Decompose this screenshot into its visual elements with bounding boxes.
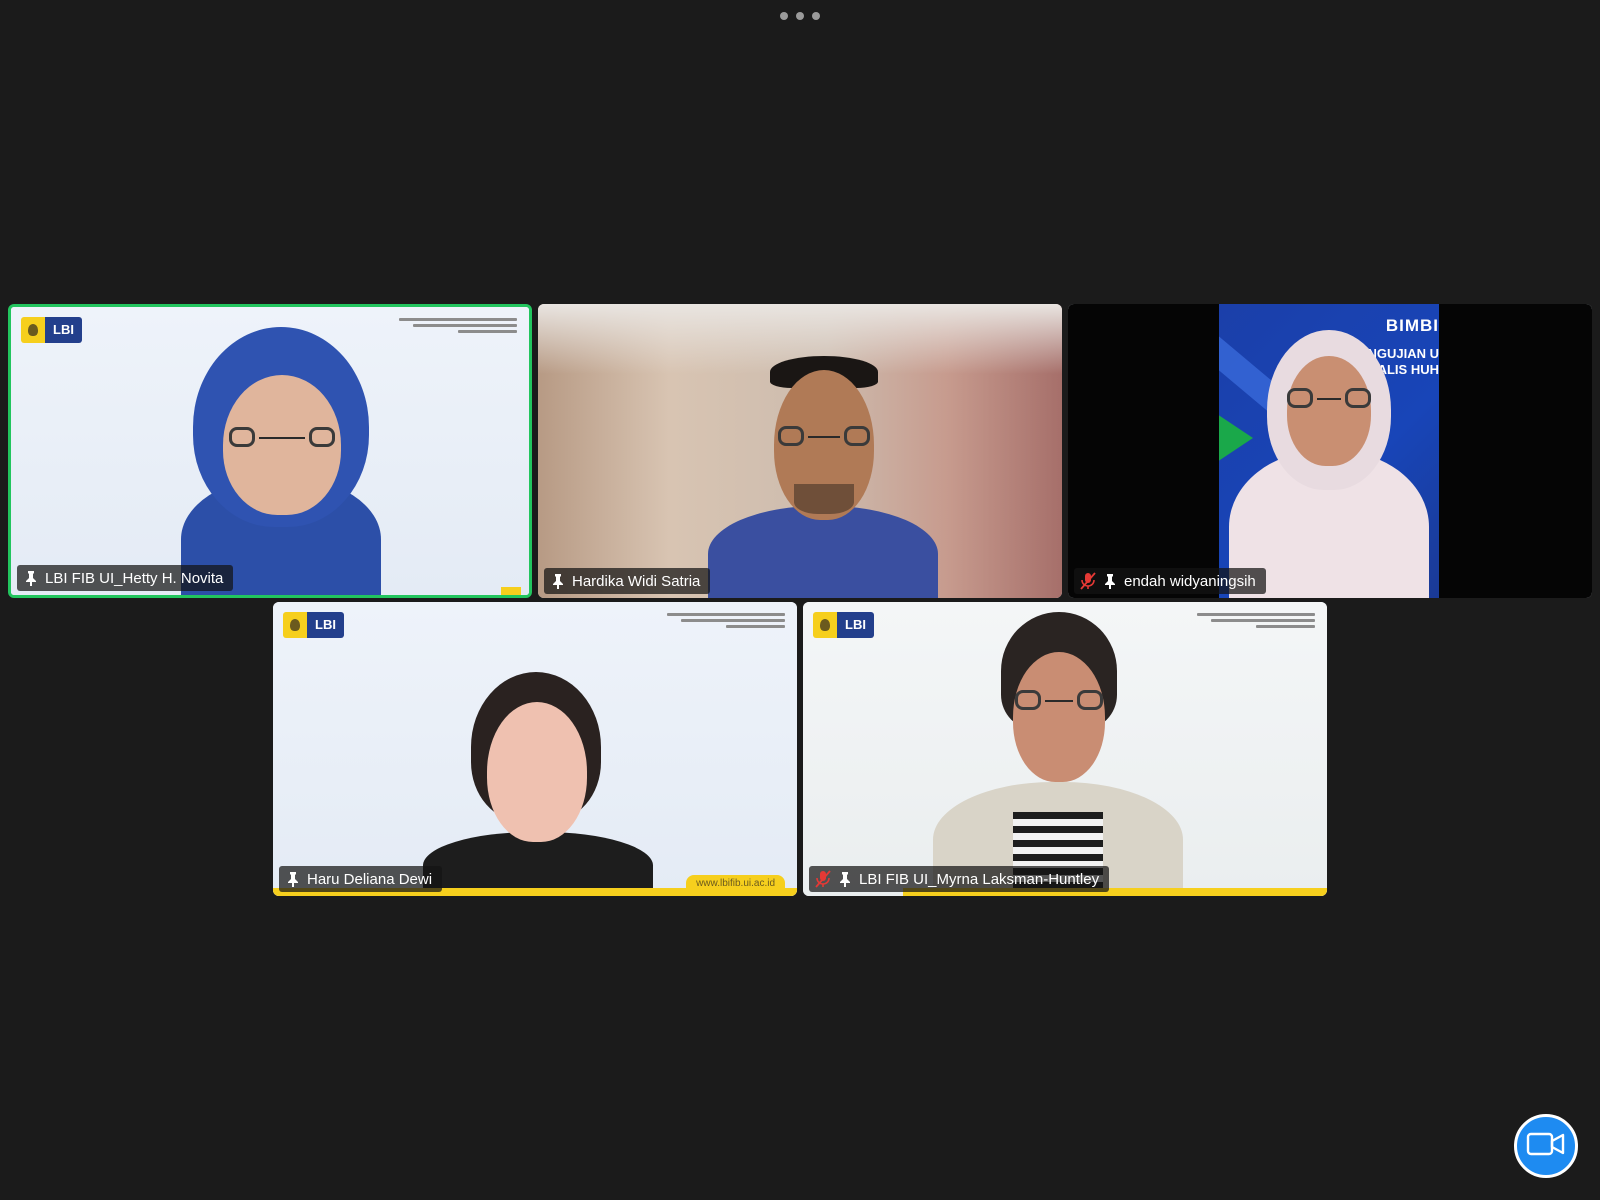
lbi-logo-text: LBI bbox=[45, 317, 82, 343]
ui-emblem-icon bbox=[283, 612, 307, 638]
lbi-logo-text: LBI bbox=[837, 612, 874, 638]
institution-watermark bbox=[667, 610, 785, 628]
lbi-logo: LBI bbox=[283, 612, 344, 638]
more-horizontal-icon bbox=[780, 12, 788, 20]
participant-tile-myrna[interactable]: LBI LBI FIB UI_Myrna Laksman-Huntley bbox=[803, 602, 1327, 896]
participant-tile-endah[interactable]: BIMBI PENGUJIAN U ANALIS HUH endah widya… bbox=[1068, 304, 1592, 598]
more-horizontal-icon-dot bbox=[796, 12, 804, 20]
more-horizontal-icon-dot bbox=[812, 12, 820, 20]
participant-tile-hardika[interactable]: Hardika Widi Satria bbox=[538, 304, 1062, 598]
video-camera-button[interactable] bbox=[1514, 1114, 1578, 1178]
pin-icon bbox=[285, 870, 301, 888]
participant-name-label: Hardika Widi Satria bbox=[544, 568, 711, 594]
participant-video bbox=[538, 304, 1062, 598]
ui-emblem-icon bbox=[813, 612, 837, 638]
participant-name-label: LBI FIB UI_Hetty H. Novita bbox=[17, 565, 234, 591]
participant-name-label: LBI FIB UI_Myrna Laksman-Huntley bbox=[809, 866, 1110, 892]
participant-name-label: Haru Deliana Dewi bbox=[279, 866, 443, 892]
participant-name: LBI FIB UI_Myrna Laksman-Huntley bbox=[859, 870, 1100, 888]
participant-tile-haru[interactable]: LBI www.lbifib.ui.ac.id Haru Deliana Dew… bbox=[273, 602, 797, 896]
lbi-logo: LBI bbox=[21, 317, 82, 343]
virtual-background-slide: BIMBI PENGUJIAN U ANALIS HUH bbox=[1219, 304, 1439, 598]
video-camera-icon bbox=[1526, 1131, 1566, 1162]
pin-icon bbox=[837, 870, 853, 888]
more-options-button[interactable] bbox=[780, 10, 820, 22]
participant-name: endah widyaningsih bbox=[1124, 572, 1256, 590]
participant-figure bbox=[1229, 330, 1429, 598]
participant-name-label: endah widyaningsih bbox=[1074, 568, 1266, 594]
pin-icon bbox=[1102, 572, 1118, 590]
participant-figure bbox=[171, 327, 391, 595]
participant-figure bbox=[423, 672, 653, 896]
participant-tile-hetty[interactable]: LBI LBI FIB UI_Hetty H. Novita bbox=[8, 304, 532, 598]
participant-figure bbox=[933, 612, 1183, 896]
participant-video: LBI www.lbifib.ui.ac.id bbox=[273, 602, 797, 896]
participant-name: Haru Deliana Dewi bbox=[307, 870, 433, 888]
participant-video: BIMBI PENGUJIAN U ANALIS HUH bbox=[1068, 304, 1592, 598]
pin-icon bbox=[23, 569, 39, 587]
muted-microphone-icon bbox=[815, 870, 831, 888]
ui-emblem-icon bbox=[21, 317, 45, 343]
institution-watermark bbox=[1197, 610, 1315, 628]
lbi-logo: LBI bbox=[813, 612, 874, 638]
participant-video: LBI bbox=[803, 602, 1327, 896]
muted-microphone-icon bbox=[1080, 572, 1096, 590]
pin-icon bbox=[550, 572, 566, 590]
institution-watermark bbox=[399, 315, 517, 333]
participant-name: Hardika Widi Satria bbox=[572, 572, 701, 590]
participant-video: LBI bbox=[11, 307, 529, 595]
lbi-logo-text: LBI bbox=[307, 612, 344, 638]
participant-figure bbox=[708, 356, 938, 598]
participant-name: LBI FIB UI_Hetty H. Novita bbox=[45, 569, 224, 587]
